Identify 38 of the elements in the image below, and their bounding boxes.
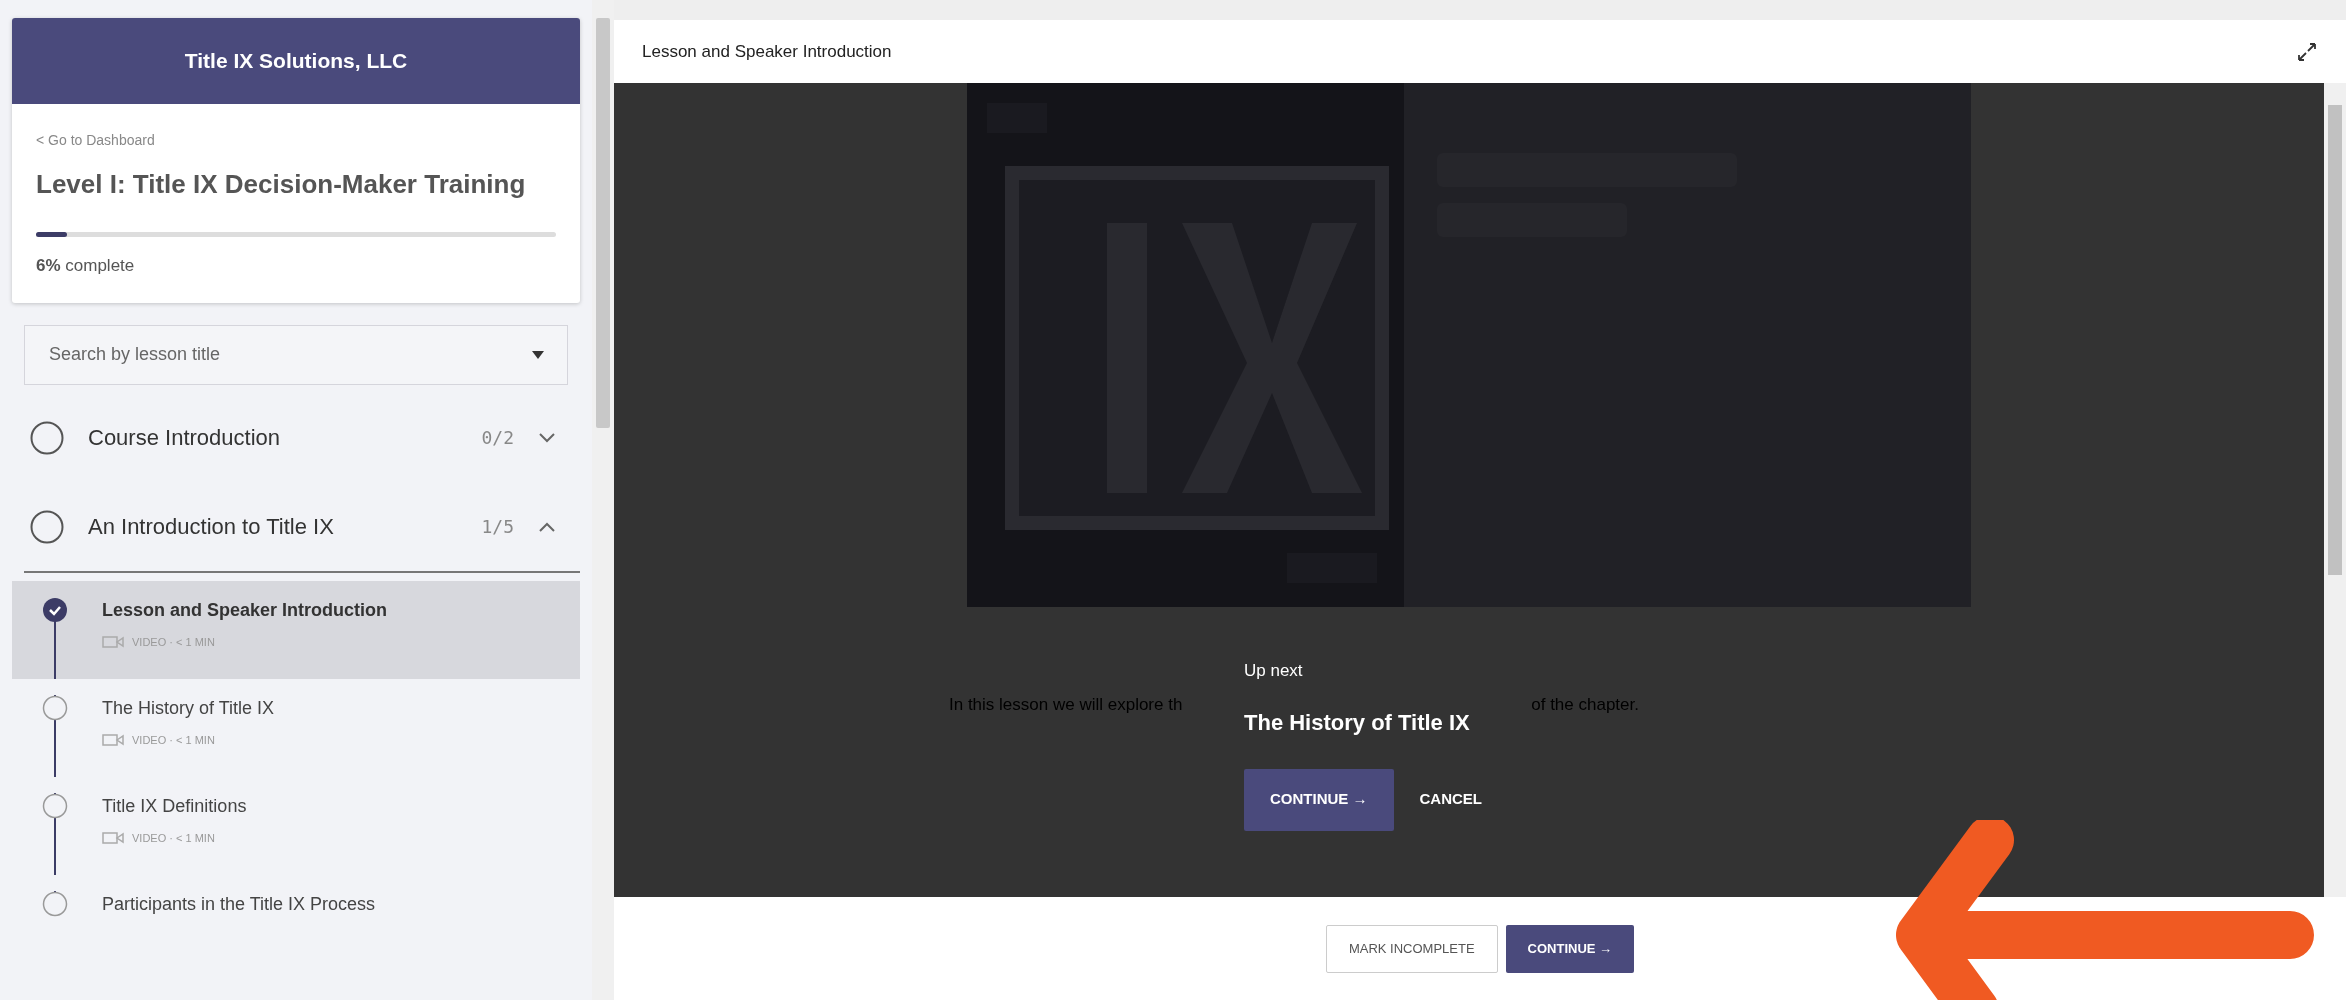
lesson-item[interactable]: The History of Title IX VIDEO · < 1 MIN (12, 678, 580, 777)
course-title: Level I: Title IX Decision-Maker Training (36, 168, 527, 201)
circle-icon (30, 420, 64, 455)
chevron-icon (538, 520, 556, 533)
scrollbar-thumb[interactable] (596, 18, 610, 428)
lesson-title: The History of Title IX (102, 696, 275, 720)
cancel-button[interactable]: CANCEL (1393, 768, 1508, 831)
circle-icon (30, 509, 64, 544)
fullscreen-icon[interactable] (2296, 40, 2318, 63)
back-link[interactable]: < Go to Dashboard (36, 132, 155, 148)
lesson-title: Lesson and Speaker Introduction (642, 40, 892, 63)
lesson-meta: VIDEO · < 1 MIN (132, 732, 215, 748)
caret-icon (532, 350, 544, 359)
section-header[interactable]: Course Introduction 0/2 (24, 392, 580, 483)
lesson-title: Lesson and Speaker Introduction (102, 598, 388, 622)
lesson-meta: VIDEO · < 1 MIN (132, 634, 215, 650)
video-icon (102, 733, 124, 746)
lesson-title: Title IX Definitions (102, 794, 247, 818)
lesson-item[interactable]: Participants in the Title IX Process (12, 874, 580, 973)
continue-button[interactable]: CONTINUE → (1244, 768, 1394, 831)
lesson-item[interactable]: Title IX Definitions VIDEO · < 1 MIN (12, 776, 580, 875)
lesson-count: 0/2 (481, 426, 514, 450)
chevron-icon (538, 431, 556, 444)
continue-button[interactable]: CONTINUE → (1505, 924, 1635, 973)
search-field[interactable]: Search by lesson title (24, 324, 568, 385)
lesson-item[interactable]: Lesson and Speaker Introduction VIDEO · < 1 MIN (12, 580, 580, 679)
progress-label: 6% complete (36, 255, 136, 277)
lesson-count: 1/5 (481, 515, 514, 539)
section-header[interactable]: An Introduction to Title IX 1/5 (24, 482, 580, 573)
lesson-meta: VIDEO · < 1 MIN (132, 830, 215, 846)
video-icon (102, 831, 124, 844)
scrollbar-thumb[interactable] (2328, 105, 2342, 575)
brand-name: Title IX Solutions, LLC (184, 48, 408, 75)
up-next-label: Up next (1244, 660, 1304, 682)
mark-incomplete-button[interactable]: MARK INCOMPLETE (1325, 924, 1498, 973)
video-icon (102, 635, 124, 648)
next-lesson-title: The History of Title IX (1244, 708, 1470, 737)
lesson-title: Participants in the Title IX Process (102, 892, 376, 916)
